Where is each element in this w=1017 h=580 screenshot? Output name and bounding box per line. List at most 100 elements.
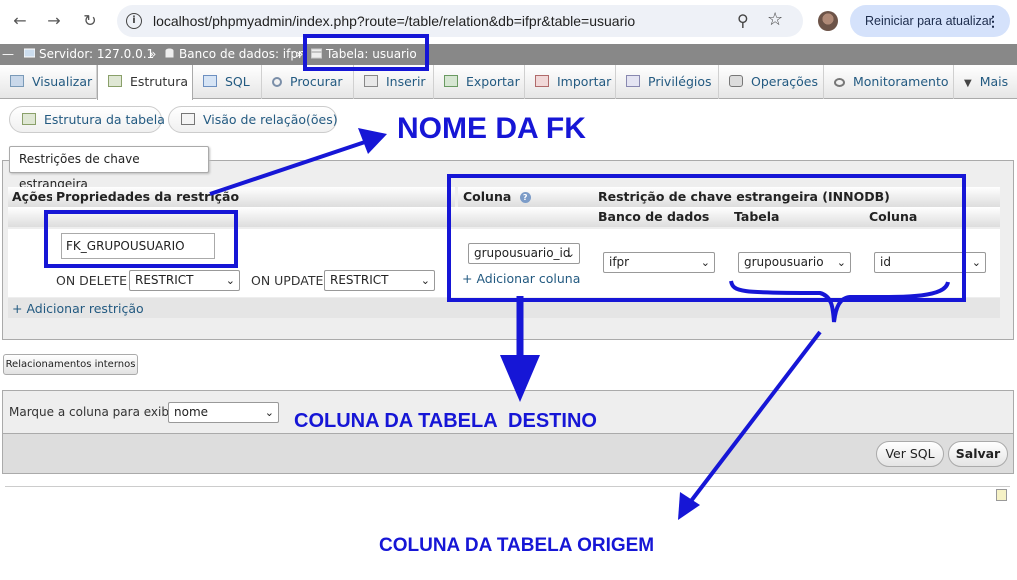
chevron-down-icon: ▼ bbox=[964, 78, 972, 89]
table-structure-label: Estrutura da tabela bbox=[44, 112, 165, 127]
database-icon bbox=[165, 48, 174, 58]
tab-label: Visualizar bbox=[32, 74, 93, 89]
origin-arrowhead bbox=[678, 492, 700, 520]
form-actions-bar bbox=[2, 434, 1014, 474]
breadcrumb-database[interactable]: Banco de dados: ifpr bbox=[164, 47, 303, 61]
browser-toolbar: ← → ↻ i localhost/phpmyadmin/index.php?r… bbox=[0, 0, 1017, 44]
display-column-select[interactable]: nome ⌄ bbox=[168, 402, 279, 423]
table-tabs: Visualizar Estrutura SQL Procurar Inseri… bbox=[0, 65, 1017, 100]
tab-mais[interactable]: ▼ Mais bbox=[954, 65, 1017, 99]
save-button[interactable]: Salvar bbox=[948, 441, 1008, 467]
chevron-down-icon: ⌄ bbox=[225, 274, 235, 287]
add-constraint-row bbox=[8, 298, 1000, 318]
header-column-label: Coluna bbox=[463, 189, 512, 204]
tab-inserir[interactable]: Inserir bbox=[354, 65, 434, 99]
tab-sql[interactable]: SQL bbox=[193, 65, 262, 99]
on-delete-label: ON DELETE bbox=[56, 273, 128, 288]
search-icon bbox=[272, 77, 282, 87]
fk-constraints-legend: Restrições de chave estrangeira bbox=[9, 146, 209, 191]
table-select[interactable]: grupousuario ⌄ bbox=[738, 252, 851, 273]
header-properties: Propriedades da restrição bbox=[52, 187, 455, 207]
chevron-down-icon: ⌄ bbox=[565, 247, 575, 260]
tab-label: Exportar bbox=[466, 74, 520, 89]
on-delete-value: RESTRICT bbox=[135, 273, 194, 287]
display-column-value: nome bbox=[174, 405, 209, 419]
import-icon bbox=[535, 75, 549, 87]
browse-icon bbox=[10, 75, 24, 87]
kebab-icon[interactable]: ⋮ bbox=[986, 5, 1000, 37]
table-value: grupousuario bbox=[744, 255, 824, 269]
tab-label: Estrutura bbox=[130, 74, 188, 89]
on-update-value: RESTRICT bbox=[330, 273, 389, 287]
tab-label: Importar bbox=[557, 74, 612, 89]
breadcrumb-separator: » bbox=[149, 47, 157, 61]
on-update-select[interactable]: RESTRICT ⌄ bbox=[324, 270, 435, 291]
zoom-icon[interactable]: ⚲ bbox=[737, 11, 749, 30]
add-constraint-link[interactable]: + Adicionar restrição bbox=[12, 301, 144, 316]
fk-name-arrowhead bbox=[358, 128, 387, 154]
tab-label: Privilégios bbox=[648, 74, 712, 89]
on-delete-select[interactable]: RESTRICT ⌄ bbox=[129, 270, 240, 291]
back-icon[interactable]: ← bbox=[9, 10, 31, 32]
table-structure-button[interactable]: Estrutura da tabela bbox=[9, 106, 165, 133]
fk-name-annotation: NOME DA FK bbox=[397, 112, 586, 145]
help-icon[interactable]: ? bbox=[519, 192, 531, 203]
relation-view-button[interactable]: Visão de relação(ões) bbox=[168, 106, 338, 133]
console-icon[interactable] bbox=[996, 489, 1007, 501]
address-bar[interactable]: i localhost/phpmyadmin/index.php?route=/… bbox=[117, 5, 803, 37]
tab-label: Inserir bbox=[386, 74, 426, 89]
export-icon bbox=[444, 75, 458, 87]
header-spacer bbox=[8, 207, 458, 227]
star-icon[interactable]: ☆ bbox=[767, 9, 783, 30]
relation-icon bbox=[181, 113, 195, 125]
chevron-down-icon: ⌄ bbox=[264, 406, 274, 419]
column-select[interactable]: grupousuario_id ⌄ bbox=[468, 243, 580, 264]
breadcrumb-database-label: Banco de dados: ifpr bbox=[179, 47, 303, 61]
tab-procurar[interactable]: Procurar bbox=[262, 65, 354, 99]
breadcrumb-dash: — bbox=[2, 47, 14, 61]
on-update-label: ON UPDATE bbox=[251, 273, 324, 288]
tab-operacoes[interactable]: Operações bbox=[719, 65, 824, 99]
restart-update-button[interactable]: Reiniciar para atualizar ⋮ bbox=[850, 5, 1010, 37]
constraint-name-input[interactable]: FK_GRUPOUSUARIO bbox=[61, 233, 215, 259]
url-text[interactable]: localhost/phpmyadmin/index.php?route=/ta… bbox=[153, 13, 635, 29]
tab-estrutura[interactable]: Estrutura bbox=[97, 65, 193, 100]
chevron-down-icon: ⌄ bbox=[420, 274, 430, 287]
breadcrumb: — Servidor: 127.0.0.1 » Banco de dados: … bbox=[0, 44, 1017, 65]
target-column-annotation: COLUNA DA TABELA DESTINO bbox=[294, 410, 597, 432]
target-column-select[interactable]: id ⌄ bbox=[874, 252, 986, 273]
breadcrumb-separator: » bbox=[296, 47, 304, 61]
reload-icon[interactable]: ↻ bbox=[79, 10, 101, 32]
info-icon[interactable]: i bbox=[126, 13, 142, 29]
add-column-link[interactable]: + Adicionar coluna bbox=[462, 271, 580, 286]
breadcrumb-table[interactable]: Tabela: usuario bbox=[311, 47, 417, 61]
divider bbox=[5, 486, 1010, 487]
avatar[interactable] bbox=[818, 11, 838, 31]
tab-monitoramento[interactable]: Monitoramento bbox=[824, 65, 954, 99]
tab-label: Operações bbox=[751, 74, 818, 89]
breadcrumb-server[interactable]: Servidor: 127.0.0.1 bbox=[24, 47, 154, 61]
database-select[interactable]: ifpr ⌄ bbox=[603, 252, 715, 273]
header-database: Banco de dados bbox=[593, 207, 729, 227]
tab-label: Monitoramento bbox=[853, 74, 949, 89]
restart-update-label: Reiniciar para atualizar bbox=[865, 14, 993, 28]
tab-visualizar[interactable]: Visualizar bbox=[0, 65, 97, 99]
tab-importar[interactable]: Importar bbox=[525, 65, 616, 99]
header-target-column: Coluna bbox=[865, 207, 1000, 227]
tracking-icon bbox=[834, 78, 845, 87]
forward-icon[interactable]: → bbox=[43, 10, 65, 32]
internal-relations-button[interactable]: Relacionamentos internos bbox=[3, 354, 138, 375]
insert-icon bbox=[364, 75, 378, 87]
display-column-label: Marque a coluna para exibir: bbox=[9, 405, 182, 419]
breadcrumb-table-label: Tabela: usuario bbox=[326, 47, 417, 61]
header-actions: Ações bbox=[8, 187, 54, 207]
tab-exportar[interactable]: Exportar bbox=[434, 65, 525, 99]
sql-icon bbox=[203, 75, 217, 87]
preview-sql-button[interactable]: Ver SQL bbox=[876, 441, 944, 467]
server-icon bbox=[24, 48, 35, 58]
tab-privilegios[interactable]: Privilégios bbox=[616, 65, 719, 99]
tab-label: SQL bbox=[225, 74, 250, 89]
target-column-value: id bbox=[880, 255, 891, 269]
relation-view-label: Visão de relação(ões) bbox=[203, 112, 338, 127]
chevron-down-icon: ⌄ bbox=[700, 256, 710, 269]
